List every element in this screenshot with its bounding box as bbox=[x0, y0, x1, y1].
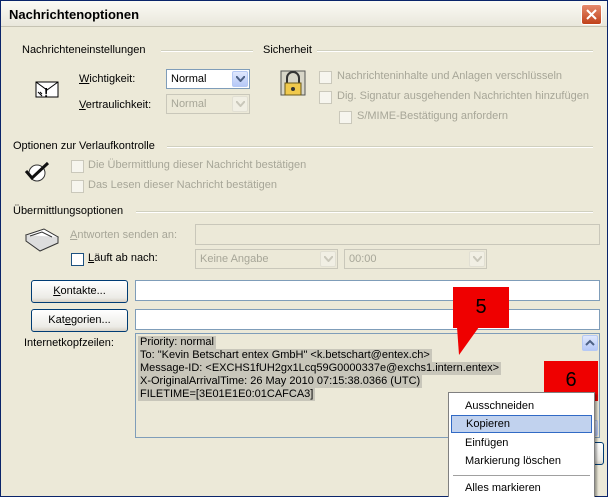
scroll-up-button[interactable] bbox=[582, 335, 598, 351]
encrypt-label: Nachrichteninhalte und Anlagen verschlüs… bbox=[337, 70, 563, 82]
menu-item-clear-selection[interactable]: Markierung löschen bbox=[451, 452, 592, 470]
categories-input[interactable] bbox=[135, 309, 600, 330]
chevron-down-icon[interactable] bbox=[469, 251, 485, 267]
chevron-up-icon bbox=[585, 339, 595, 346]
contacts-input[interactable] bbox=[135, 280, 600, 301]
sensitivity-label: Vertraulichkeit: bbox=[79, 99, 152, 111]
sign-label: Dig. Signatur ausgehenden Nachrichten hi… bbox=[337, 90, 589, 102]
internet-headers-label: Internetkopfzeilen: bbox=[24, 337, 114, 349]
header-line: FILETIME=[3E01E1E0:01CAFCA3] bbox=[138, 388, 316, 401]
svg-text:!: ! bbox=[44, 85, 48, 100]
annotation-marker-5: 5 bbox=[453, 287, 509, 328]
header-line: Message-ID: <EXCHS1fUH2gx1Lcq59G0000337e… bbox=[138, 362, 502, 375]
expires-date-value: Keine Angabe bbox=[200, 253, 269, 265]
close-icon bbox=[586, 9, 597, 20]
read-receipt-checkbox[interactable] bbox=[71, 180, 84, 193]
reply-to-label: Antworten senden an: bbox=[70, 229, 178, 241]
menu-item-select-all[interactable]: Alles markieren bbox=[451, 479, 592, 497]
envelope-delivery-icon bbox=[24, 227, 60, 253]
encrypt-checkbox[interactable] bbox=[319, 71, 332, 84]
lock-icon bbox=[275, 67, 315, 101]
internet-headers-text: Priority: normal To: "Kevin Betschart en… bbox=[138, 336, 502, 401]
header-line: Priority: normal bbox=[138, 336, 216, 349]
expires-time-value: 00:00 bbox=[349, 253, 377, 265]
sign-checkbox[interactable] bbox=[319, 91, 332, 104]
window-title: Nachrichtenoptionen bbox=[9, 7, 140, 22]
group-title-tracking: Optionen zur Verlaufkontrolle bbox=[13, 140, 155, 152]
divider bbox=[317, 50, 593, 52]
header-line: X-OriginalArrivalTime: 26 May 2010 07:15… bbox=[138, 375, 423, 388]
menu-separator bbox=[453, 475, 590, 476]
sensitivity-select[interactable]: Normal bbox=[166, 94, 250, 114]
menu-item-paste[interactable]: Einfügen bbox=[451, 434, 592, 452]
delivery-receipt-checkbox[interactable] bbox=[71, 160, 84, 173]
chevron-down-icon[interactable] bbox=[232, 71, 248, 87]
annotation-pointer-5 bbox=[457, 327, 479, 355]
smime-checkbox[interactable] bbox=[339, 111, 352, 124]
close-button[interactable] bbox=[581, 4, 602, 25]
group-title-delivery: Übermittlungsoptionen bbox=[13, 205, 124, 217]
expires-date-select[interactable]: Keine Angabe bbox=[195, 249, 338, 269]
chevron-down-icon[interactable] bbox=[232, 96, 248, 112]
context-menu: Ausschneiden Kopieren Einfügen Markierun… bbox=[448, 392, 595, 497]
header-line: To: "Kevin Betschart entex GmbH" <k.bets… bbox=[138, 349, 432, 362]
title-bar[interactable]: Nachrichtenoptionen bbox=[1, 1, 607, 27]
contacts-button[interactable]: Kontakte... bbox=[31, 280, 128, 303]
divider bbox=[167, 146, 593, 148]
smime-label: S/MIME-Bestätigung anfordern bbox=[357, 110, 509, 122]
tracking-checkmark-icon bbox=[24, 161, 52, 183]
importance-select[interactable]: Normal bbox=[166, 69, 250, 89]
delivery-receipt-label: Die Übermittlung dieser Nachricht bestät… bbox=[88, 159, 307, 171]
divider bbox=[136, 211, 593, 213]
reply-to-input[interactable] bbox=[195, 224, 600, 245]
importance-label: Wichtigkeit: bbox=[79, 73, 136, 85]
group-title-message-settings: Nachrichteneinstellungen bbox=[22, 44, 146, 56]
menu-item-cut[interactable]: Ausschneiden bbox=[451, 397, 592, 415]
sensitivity-value: Normal bbox=[171, 98, 207, 110]
expires-label: Läuft ab nach: bbox=[88, 252, 158, 264]
expires-checkbox[interactable] bbox=[71, 253, 84, 266]
expires-time-select[interactable]: 00:00 bbox=[344, 249, 487, 269]
categories-button[interactable]: Kategorien... bbox=[31, 309, 128, 332]
group-title-security: Sicherheit bbox=[263, 44, 312, 56]
chevron-down-icon[interactable] bbox=[320, 251, 336, 267]
read-receipt-label: Das Lesen dieser Nachricht bestätigen bbox=[88, 179, 277, 191]
importance-icon: ! bbox=[34, 78, 62, 100]
menu-item-copy[interactable]: Kopieren bbox=[451, 415, 592, 433]
importance-value: Normal bbox=[171, 73, 207, 85]
message-options-dialog: Nachrichtenoptionen Nachrichteneinstellu… bbox=[0, 0, 608, 497]
divider bbox=[161, 50, 253, 52]
